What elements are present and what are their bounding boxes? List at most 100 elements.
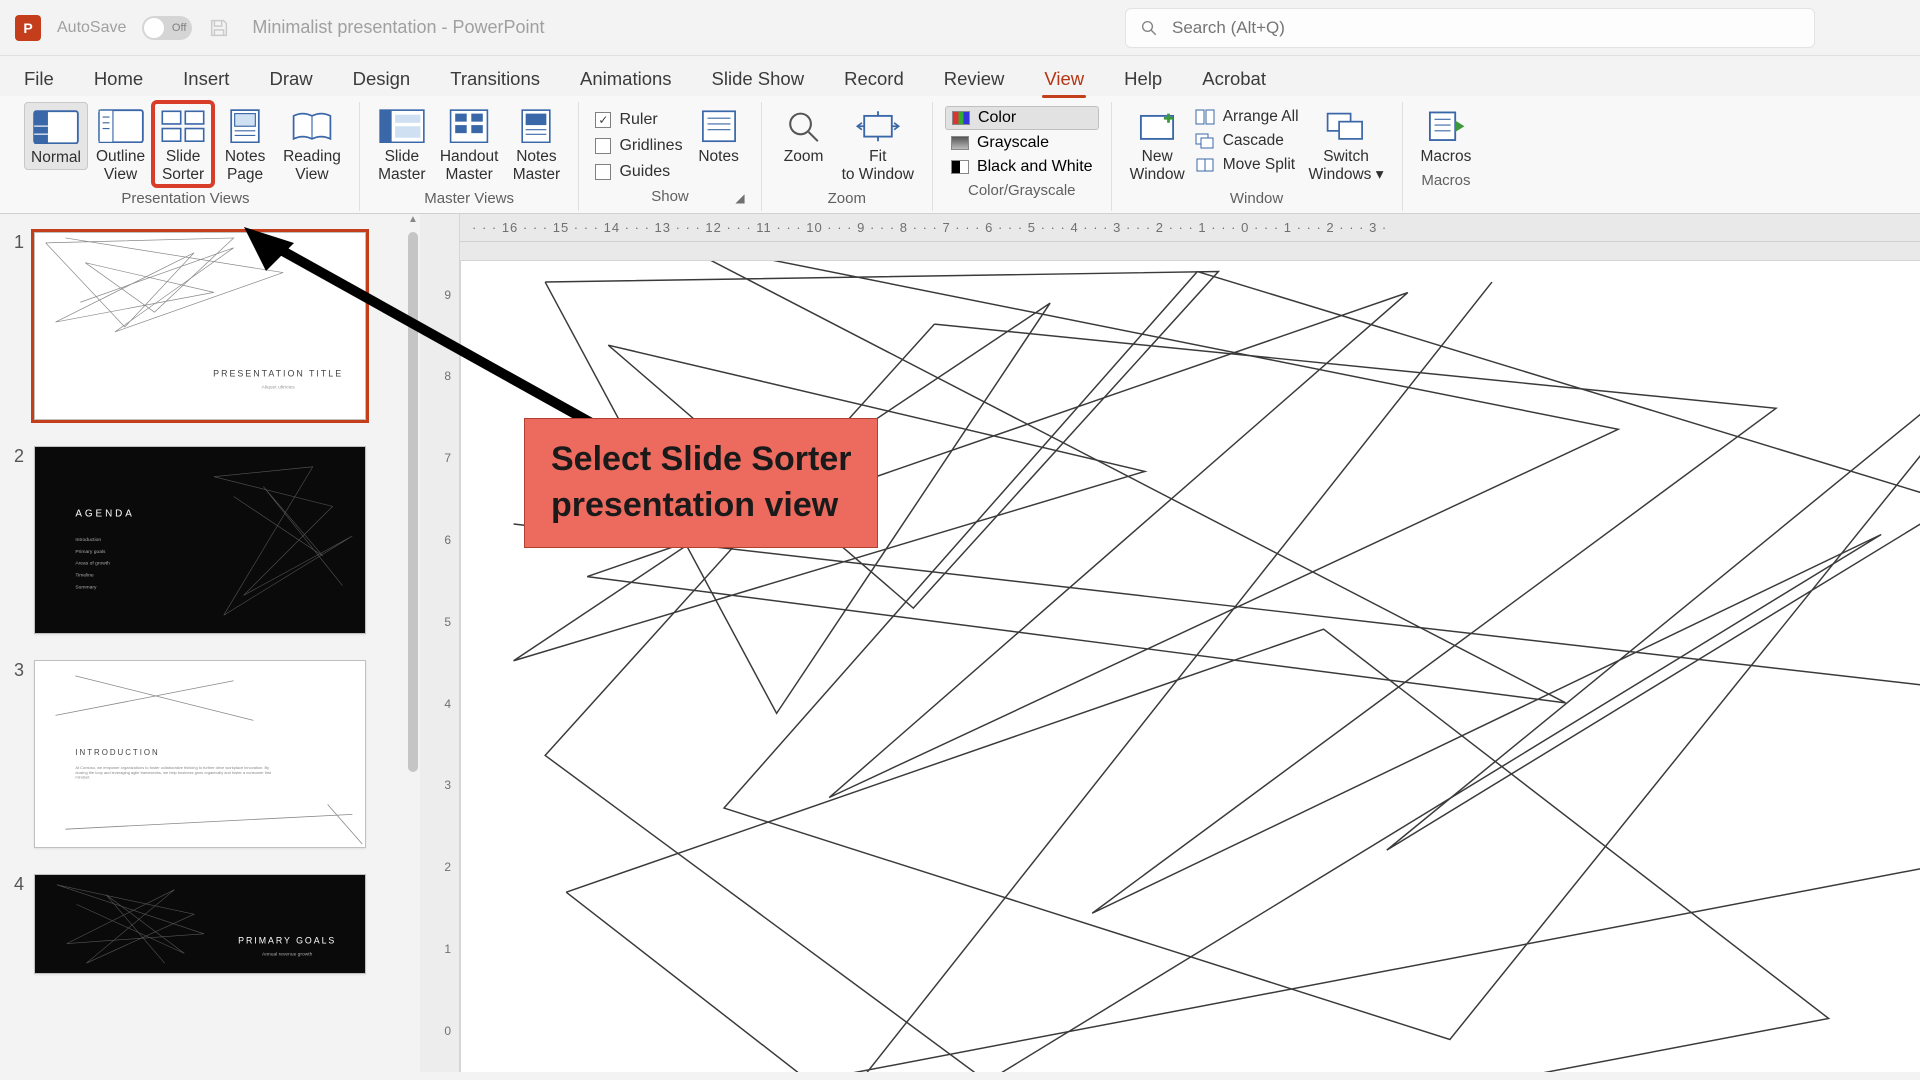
normal-view-button[interactable]: Normal — [24, 102, 88, 170]
thumbnail[interactable]: AGENDAIntroductionPrimary goalsAreas of … — [34, 446, 366, 634]
checkbox-icon — [595, 164, 611, 180]
slide-number: 2 — [8, 446, 24, 634]
app-icon: P — [15, 15, 41, 41]
macros-icon — [1423, 106, 1469, 146]
switch-windows-button[interactable]: SwitchWindows ▾ — [1303, 102, 1390, 186]
ruler-tick: 0 — [444, 1024, 451, 1038]
tab-view[interactable]: View — [1040, 62, 1088, 96]
macros-group-label: Macros — [1421, 172, 1470, 193]
ruler-checkbox[interactable]: Ruler — [591, 108, 686, 132]
ruler-tick: 1 — [444, 942, 451, 956]
notes-btn-label: Notes — [698, 148, 739, 166]
cascade-button[interactable]: Cascade — [1193, 130, 1301, 152]
slide-canvas[interactable] — [460, 260, 1920, 1072]
grayscale-label: Grayscale — [977, 134, 1049, 152]
checkbox-icon — [595, 112, 611, 128]
normal-view-label: Normal — [31, 149, 81, 167]
color-label: Color — [978, 109, 1016, 127]
tab-transitions[interactable]: Transitions — [446, 62, 544, 96]
new-window-icon — [1134, 106, 1180, 146]
fit-to-window-button[interactable]: Fitto Window — [836, 102, 920, 186]
horizontal-ruler: · · · 16 · · · 15 · · · 14 · · · 13 · · … — [460, 214, 1920, 242]
show-group-label: Show — [651, 188, 689, 209]
notes-page-button[interactable]: NotesPage — [215, 102, 275, 186]
zoom-icon — [781, 106, 827, 146]
group-master-views: SlideMaster HandoutMaster NotesMaster Ma… — [360, 102, 580, 211]
move-split-button[interactable]: Move Split — [1193, 154, 1301, 176]
autosave-toggle[interactable]: Off — [142, 16, 192, 40]
zoom-button[interactable]: Zoom — [774, 102, 834, 168]
svg-text:INTRODUCTION: INTRODUCTION — [75, 748, 159, 757]
slide-master-button[interactable]: SlideMaster — [372, 102, 432, 186]
search-container — [1125, 8, 1815, 48]
svg-text:Annual revenue growth: Annual revenue growth — [262, 951, 313, 957]
color-mode-button[interactable]: Color — [945, 106, 1099, 130]
ruler-label: Ruler — [619, 111, 657, 129]
guides-checkbox[interactable]: Guides — [591, 160, 686, 184]
thumbnail[interactable]: INTRODUCTIONAt Contoso, we empower organ… — [34, 660, 366, 848]
slide-editor[interactable]: · · · 16 · · · 15 · · · 14 · · · 13 · · … — [460, 214, 1920, 1072]
arrange-all-label: Arrange All — [1223, 108, 1299, 126]
notes-master-button[interactable]: NotesMaster — [506, 102, 566, 186]
show-dialog-launcher[interactable]: ◢ — [735, 191, 748, 205]
toggle-knob — [144, 18, 164, 38]
macros-label: Macros — [1421, 148, 1472, 166]
notes-page-label: NotesPage — [225, 148, 266, 184]
bw-swatch-icon — [951, 160, 969, 174]
gridlines-checkbox[interactable]: Gridlines — [591, 134, 686, 158]
slide-master-label: SlideMaster — [378, 148, 425, 184]
annotation-callout: Select Slide Sorter presentation view — [524, 418, 878, 548]
tab-animations[interactable]: Animations — [576, 62, 676, 96]
tab-acrobat[interactable]: Acrobat — [1198, 62, 1270, 96]
tab-file[interactable]: File — [20, 62, 58, 96]
tab-insert[interactable]: Insert — [179, 62, 233, 96]
tab-slideshow[interactable]: Slide Show — [708, 62, 809, 96]
switch-windows-icon — [1323, 106, 1369, 146]
fit-to-window-label: Fitto Window — [842, 148, 914, 184]
move-split-label: Move Split — [1223, 156, 1295, 174]
title-bar: P AutoSave Off Minimalist presentation -… — [0, 0, 1920, 56]
grayscale-swatch-icon — [951, 136, 969, 150]
search-box[interactable] — [1125, 8, 1815, 48]
save-icon[interactable] — [208, 17, 230, 39]
autosave-state: Off — [172, 22, 186, 34]
group-presentation-views: Normal OutlineView SlideSorter NotesPage… — [12, 102, 360, 211]
notes-page-icon — [222, 106, 268, 146]
handout-master-icon — [446, 106, 492, 146]
outline-view-button[interactable]: OutlineView — [90, 102, 151, 186]
slide-thumbnail-3[interactable]: 3 INTRODUCTIONAt Contoso, we empower org… — [8, 660, 402, 848]
slide-sorter-button[interactable]: SlideSorter — [153, 102, 213, 186]
window-group-label: Window — [1230, 190, 1283, 211]
tab-design[interactable]: Design — [349, 62, 415, 96]
tab-record[interactable]: Record — [840, 62, 908, 96]
tab-help[interactable]: Help — [1120, 62, 1166, 96]
search-input[interactable] — [1172, 18, 1800, 38]
arrange-all-button[interactable]: Arrange All — [1193, 106, 1301, 128]
tab-draw[interactable]: Draw — [265, 62, 316, 96]
tab-review[interactable]: Review — [940, 62, 1009, 96]
new-window-button[interactable]: NewWindow — [1124, 102, 1191, 186]
scroll-up-arrow[interactable]: ▲ — [406, 214, 420, 225]
new-window-label: NewWindow — [1130, 148, 1185, 184]
slide-number: 3 — [8, 660, 24, 848]
handout-master-label: HandoutMaster — [440, 148, 499, 184]
notes-button[interactable]: Notes — [689, 102, 749, 168]
handout-master-button[interactable]: HandoutMaster — [434, 102, 505, 186]
svg-text:Introduction: Introduction — [75, 537, 101, 543]
bw-mode-button[interactable]: Black and White — [945, 156, 1099, 178]
slide-thumbnail-4[interactable]: 4 PRIMARY GOALSAnnual revenue growth — [8, 874, 402, 974]
reading-view-icon — [289, 106, 335, 146]
notes-master-label: NotesMaster — [513, 148, 560, 184]
thumbnail[interactable]: PRIMARY GOALS Annual revenue growth — [34, 874, 366, 974]
svg-text:PRIMARY GOALS: PRIMARY GOALS — [238, 935, 336, 945]
grayscale-mode-button[interactable]: Grayscale — [945, 132, 1099, 154]
tab-home[interactable]: Home — [90, 62, 147, 96]
callout-line1: Select Slide Sorter — [551, 437, 851, 483]
svg-text:Summary: Summary — [75, 584, 97, 590]
group-window: NewWindow Arrange All Cascade Move Split… — [1112, 102, 1403, 211]
document-title: Minimalist presentation - PowerPoint — [252, 17, 544, 38]
macros-button[interactable]: Macros — [1415, 102, 1478, 168]
checkbox-icon — [595, 138, 611, 154]
reading-view-button[interactable]: ReadingView — [277, 102, 347, 186]
slide-thumbnail-2[interactable]: 2 AGENDAIntroductionPrimary goalsAreas o… — [8, 446, 402, 634]
